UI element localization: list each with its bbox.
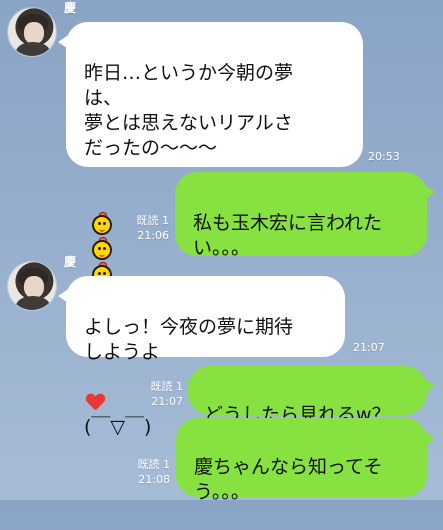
incoming-message-bubble[interactable]: よしっ！今夜の夢に期待 しようよ (￣▽￣) <box>58 276 345 438</box>
outgoing-message-bubble[interactable]: どうしたら見れるw？ <box>188 366 435 426</box>
sender-name: 慶 <box>64 255 77 269</box>
read-status: 既読 1 <box>150 380 184 393</box>
message-text: 私も玉木宏に言われた い。。。 <box>193 212 383 260</box>
sticker-row <box>90 186 120 286</box>
message-time: 21:06 <box>137 229 169 242</box>
message-time: 20:53 <box>368 150 400 163</box>
sender-name: 慶 <box>64 1 77 15</box>
read-status: 既読 1 <box>137 458 171 471</box>
outgoing-message-bubble[interactable]: 私も玉木宏に言われた い。。。 <box>175 172 435 259</box>
sticker-face-icon <box>90 237 114 261</box>
chat-screen: 慶 昨日…というか今朝の夢 は、 夢とは思えないリアルさ だったの〜〜〜 20:… <box>0 0 443 503</box>
message-time: 21:08 <box>138 473 170 486</box>
heart-icon <box>86 394 104 410</box>
message-time: 21:07 <box>151 395 183 408</box>
message-time: 21:07 <box>353 341 385 354</box>
emoticon-text: (￣▽￣) <box>84 416 152 439</box>
message-text: よしっ！今夜の夢に期待 しようよ <box>84 316 294 364</box>
avatar[interactable] <box>8 8 56 56</box>
avatar[interactable] <box>8 262 56 310</box>
sticker-face-icon <box>90 212 114 236</box>
message-text: 慶ちゃんなら知ってそ う。。。 <box>194 456 383 504</box>
message-text: 昨日…というか今朝の夢 は、 夢とは思えないリアルさ だったの〜〜〜 <box>84 62 294 160</box>
incoming-message-bubble[interactable]: 昨日…というか今朝の夢 は、 夢とは思えないリアルさ だったの〜〜〜 <box>58 22 363 286</box>
outgoing-message-bubble[interactable]: 慶ちゃんなら知ってそ う。。。 <box>176 418 435 503</box>
read-status: 既読 1 <box>136 214 170 227</box>
